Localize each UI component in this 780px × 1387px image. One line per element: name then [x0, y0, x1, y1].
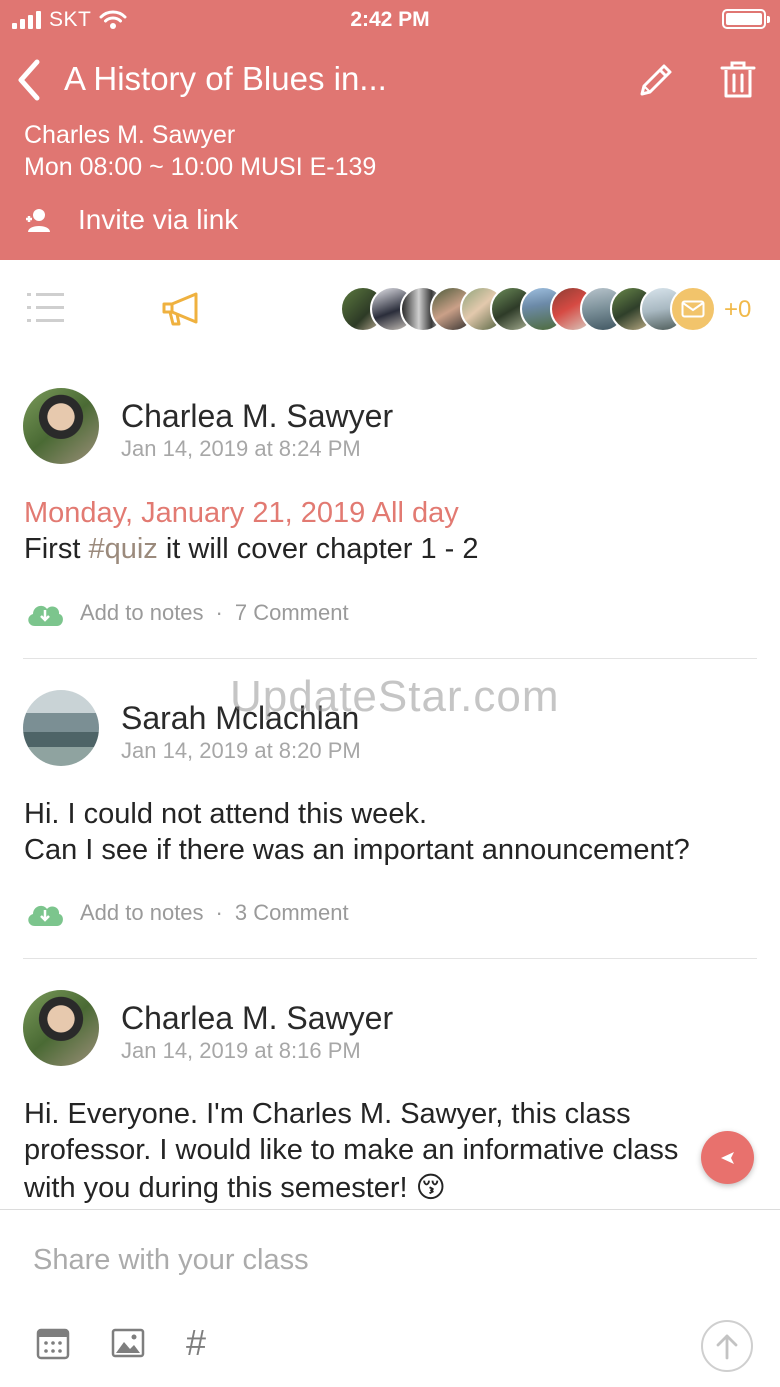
image-button[interactable]	[111, 1326, 147, 1362]
post-actions: Add to notes · 3 Comment	[24, 898, 349, 928]
announcements-button[interactable]	[160, 290, 204, 330]
post-actions: Add to notes · 7 Comment	[24, 598, 349, 628]
send-button[interactable]	[701, 1320, 753, 1372]
list-view-button[interactable]	[26, 290, 66, 326]
calendar-button[interactable]	[36, 1326, 72, 1362]
author-avatar[interactable]	[23, 990, 99, 1066]
page-title: A History of Blues in...	[64, 60, 387, 97]
body-text: it will cover chapter 1 - 2	[157, 533, 479, 565]
add-to-notes-button[interactable]: Add to notes	[80, 900, 204, 926]
delete-button[interactable]	[718, 58, 758, 102]
author-name[interactable]: Charlea M. Sawyer	[121, 398, 393, 435]
professor-name: Charles M. Sawyer	[24, 121, 236, 149]
post-body-line: Can I see if there was an important anno…	[24, 834, 690, 866]
post-timestamp: Jan 14, 2019 at 8:24 PM	[121, 436, 361, 461]
comments-link[interactable]: 3 Comment	[235, 900, 349, 926]
invite-via-link-button[interactable]: Invite via link	[24, 204, 238, 236]
composer: #	[0, 1209, 780, 1387]
hash-icon: #	[186, 1322, 207, 1363]
divider	[23, 658, 757, 659]
post-body-line: with you during this semester! 😚	[24, 1172, 446, 1204]
comments-link[interactable]: 7 Comment	[235, 600, 349, 626]
post-body-line: professor. I would like to make an infor…	[24, 1134, 679, 1166]
body-text: First	[24, 533, 89, 565]
calendar-icon	[36, 1328, 70, 1360]
author-avatar[interactable]	[23, 690, 99, 766]
post-body: First #quiz it will cover chapter 1 - 2	[24, 533, 479, 566]
invite-envelope-avatar	[670, 286, 716, 332]
megaphone-icon	[162, 292, 198, 326]
list-icon	[27, 293, 64, 322]
hashtag-button[interactable]: #	[186, 1325, 222, 1362]
arrow-up-icon	[716, 1334, 738, 1360]
chevron-left-icon	[18, 59, 40, 101]
cloud-download-icon[interactable]	[24, 898, 66, 928]
event-date: Monday, January 21, 2019 All day	[24, 497, 459, 529]
share-input[interactable]	[20, 1232, 720, 1288]
post-timestamp: Jan 14, 2019 at 8:20 PM	[121, 738, 361, 763]
watermark: UpdateStar.com	[230, 672, 560, 721]
extra-member-count: +0	[724, 296, 752, 323]
image-icon	[111, 1328, 145, 1358]
divider	[23, 958, 757, 959]
class-header: SKT 2:42 PM A History of Blues in... Cha…	[0, 0, 780, 260]
class-schedule: Mon 08:00 ~ 10:00 MUSI E-139	[24, 153, 377, 181]
add-person-icon	[26, 209, 50, 232]
hashtag-link[interactable]: #quiz	[88, 533, 157, 565]
edit-button[interactable]	[634, 58, 678, 102]
status-bar: SKT 2:42 PM	[0, 0, 780, 40]
trash-icon	[720, 61, 756, 98]
caret-left-icon	[720, 1151, 734, 1164]
back-button[interactable]	[14, 58, 48, 102]
battery-icon	[722, 9, 770, 29]
author-avatar[interactable]	[23, 388, 99, 464]
pencil-icon	[640, 64, 672, 96]
collapse-fab-button[interactable]	[701, 1131, 754, 1184]
post-body-line: Hi. I could not attend this week.	[24, 798, 427, 830]
cloud-download-icon[interactable]	[24, 598, 66, 628]
author-name[interactable]: Charlea M. Sawyer	[121, 1000, 393, 1037]
member-avatars[interactable]	[340, 286, 716, 334]
invite-label: Invite via link	[78, 204, 239, 235]
status-time: 2:42 PM	[350, 8, 430, 31]
post-timestamp: Jan 14, 2019 at 8:16 PM	[121, 1038, 361, 1063]
separator-dot: ·	[215, 600, 223, 625]
feed-toolbar: +0	[0, 260, 780, 358]
post-body-line: Hi. Everyone. I'm Charles M. Sawyer, thi…	[24, 1098, 631, 1130]
add-to-notes-button[interactable]: Add to notes	[80, 600, 204, 626]
separator-dot: ·	[215, 900, 223, 925]
envelope-icon	[681, 300, 705, 318]
